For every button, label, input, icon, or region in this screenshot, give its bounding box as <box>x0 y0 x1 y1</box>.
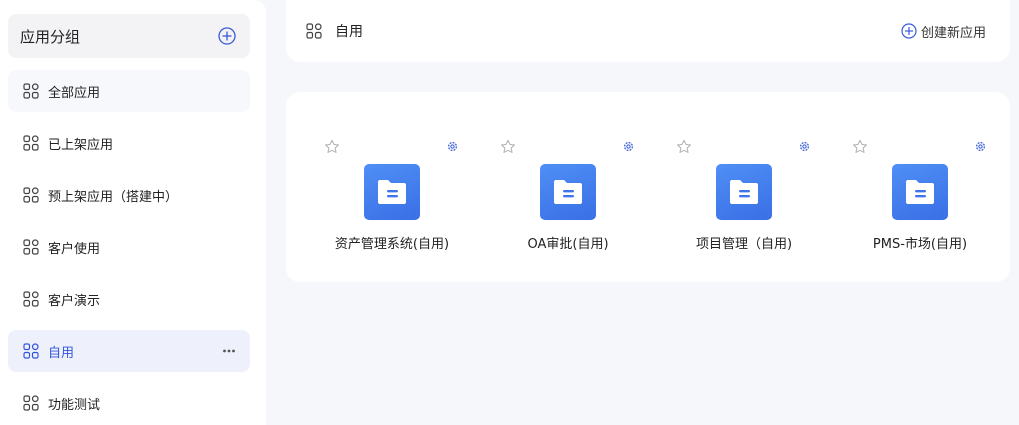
add-group-icon[interactable] <box>218 27 236 45</box>
folder-doc-icon[interactable] <box>540 164 596 220</box>
add-circle-icon <box>901 23 917 39</box>
app-card[interactable]: 资产管理系统(自用) <box>294 92 470 282</box>
sidebar-item-pre-published[interactable]: 预上架应用（搭建中） <box>8 174 250 216</box>
app-name: 资产管理系统(自用) <box>334 237 450 252</box>
create-app-label: 创建新应用 <box>920 25 986 41</box>
app-name: PMS-市场(自用) <box>872 237 968 252</box>
create-app-button[interactable]: 创建新应用 <box>901 22 986 41</box>
folder-doc-icon[interactable] <box>364 164 420 220</box>
sidebar-item-all-apps[interactable]: 全部应用 <box>8 70 250 112</box>
star-icon[interactable] <box>500 139 516 155</box>
group-title: 应用分组 <box>20 27 81 46</box>
group-header: 应用分组 <box>8 14 250 58</box>
star-icon[interactable] <box>676 139 692 155</box>
grid-icon <box>23 83 39 99</box>
grid-icon <box>23 291 39 307</box>
sidebar-item-function-test[interactable]: 功能测试 <box>8 382 250 424</box>
sidebar-item-label: 自用 <box>48 345 75 361</box>
sidebar-item-label: 客户演示 <box>48 293 101 309</box>
app-card[interactable]: PMS-市场(自用) <box>822 92 998 282</box>
folder-doc-icon[interactable] <box>716 164 772 220</box>
gear-icon[interactable] <box>446 140 459 153</box>
gear-icon[interactable] <box>798 140 811 153</box>
app-name: 项目管理（自用) <box>695 237 793 252</box>
sidebar-item-customer-demo[interactable]: 客户演示 <box>8 278 250 320</box>
more-icon[interactable] <box>222 344 236 358</box>
star-icon[interactable] <box>324 139 340 155</box>
grid-icon <box>23 239 39 255</box>
sidebar-item-label: 已上架应用 <box>48 137 114 153</box>
grid-icon <box>306 23 322 39</box>
grid-icon <box>23 135 39 151</box>
gear-icon[interactable] <box>974 140 987 153</box>
app-card[interactable]: 项目管理（自用) <box>646 92 822 282</box>
sidebar-item-label: 预上架应用（搭建中） <box>48 189 179 205</box>
app-name: OA审批(自用) <box>527 237 609 252</box>
sidebar-item-published[interactable]: 已上架应用 <box>8 122 250 164</box>
folder-doc-icon[interactable] <box>892 164 948 220</box>
group-nav: 全部应用 已上架应用 预上架应用（搭建中） 客户使用 客户演示 自用 功能测试 <box>8 70 250 425</box>
grid-icon <box>23 343 39 359</box>
gear-icon[interactable] <box>622 140 635 153</box>
grid-icon <box>23 187 39 203</box>
page-header: 自用 创建新应用 <box>286 0 1010 62</box>
star-icon[interactable] <box>852 139 868 155</box>
sidebar-item-label: 功能测试 <box>48 397 101 413</box>
sidebar: 应用分组 全部应用 已上架应用 预上架应用（搭建中） 客户使用 客户演示 自用 <box>0 0 266 425</box>
sidebar-item-customer-use[interactable]: 客户使用 <box>8 226 250 268</box>
page-title: 自用 <box>335 24 363 40</box>
sidebar-item-label: 客户使用 <box>48 241 101 257</box>
app-panel: 资产管理系统(自用) OA审批(自用) 项目管理（自用) PMS-市场(自用) <box>286 92 1010 282</box>
sidebar-item-label: 全部应用 <box>48 85 101 101</box>
grid-icon <box>23 395 39 411</box>
sidebar-item-self-use[interactable]: 自用 <box>8 330 250 372</box>
app-card[interactable]: OA审批(自用) <box>470 92 646 282</box>
